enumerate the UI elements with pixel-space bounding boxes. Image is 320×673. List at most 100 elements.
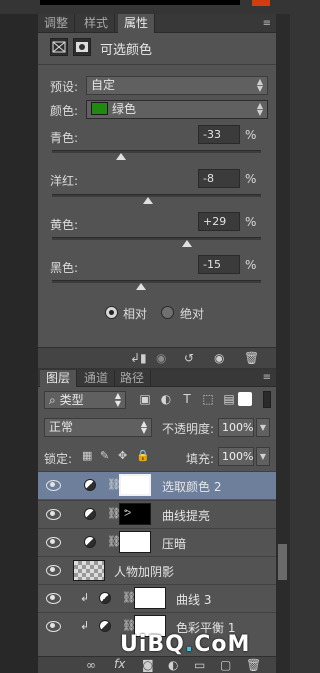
fill-field[interactable]: 100% — [218, 447, 254, 466]
relative-label: 相对 — [123, 307, 148, 321]
layer-filter-select[interactable]: ⌕ 类型 ▲ ▼ — [44, 391, 126, 409]
blend-mode-select[interactable]: 正常 ▲ ▼ — [44, 418, 152, 437]
black-slider-thumb[interactable] — [135, 283, 146, 290]
cyan-value-field[interactable]: -33 — [198, 125, 240, 144]
foreground-color-chip[interactable] — [252, 0, 270, 6]
clipping-arrow-icon: ↲ — [80, 591, 90, 604]
properties-footer: ↲▮ ◉ ↺ ◉ 🗑 — [38, 347, 276, 368]
trash-icon[interactable]: 🗑 — [246, 658, 261, 672]
eye-icon[interactable] — [46, 537, 61, 548]
tab-properties[interactable]: 属性 — [118, 14, 156, 33]
layer-name: 曲线提亮 — [162, 509, 211, 523]
opacity-field[interactable]: 100% — [218, 418, 254, 437]
scroll-thumb[interactable] — [278, 544, 287, 580]
color-select[interactable]: 绿色 ▲ ▼ — [86, 100, 268, 119]
divider — [38, 64, 276, 65]
black-unit: % — [245, 258, 257, 272]
filter-toggle-icon[interactable] — [238, 392, 252, 406]
layer-row[interactable]: ⛓ 曲线提亮 — [38, 500, 276, 528]
yellow-slider-thumb[interactable] — [181, 240, 192, 247]
absolute-radio[interactable] — [161, 306, 174, 319]
layer-mask-thumb[interactable] — [134, 587, 166, 609]
layer-row[interactable]: ↲ ⛓ 曲线 3 — [38, 584, 276, 612]
layer-row[interactable]: 人物加阴影 — [38, 556, 276, 584]
new-group-icon[interactable]: ▭ — [194, 658, 205, 672]
lock-all-icon[interactable]: 🔒 — [136, 449, 150, 462]
layer-row[interactable]: ⛓ 压暗 — [38, 528, 276, 556]
pixel-filter-icon[interactable]: ▣ — [138, 392, 152, 406]
preset-value: 自定 — [91, 78, 116, 92]
reset-icon[interactable]: ↺ — [184, 351, 194, 365]
clipping-arrow-icon: ↲ — [80, 619, 90, 632]
lock-label: 锁定: — [44, 452, 73, 466]
magenta-slider-track[interactable] — [52, 194, 261, 197]
opacity-dropdown[interactable]: ▼ — [256, 418, 270, 437]
yellow-label: 黄色: — [50, 218, 79, 232]
mask-icon[interactable] — [73, 38, 91, 56]
adjustment-layer-icon — [84, 536, 96, 548]
yellow-slider-track[interactable] — [52, 237, 261, 240]
cyan-unit: % — [245, 128, 257, 142]
adjustment-filter-icon[interactable]: ◐ — [159, 392, 173, 406]
fx-icon[interactable]: fx — [114, 657, 125, 671]
view-previous-icon[interactable]: ◉ — [156, 351, 166, 365]
color-swatch — [91, 102, 108, 115]
watermark-tail: CoM — [194, 632, 251, 657]
watermark-logo: UiBQ.CoM — [120, 632, 250, 657]
lock-position-icon[interactable]: ✥ — [118, 449, 127, 462]
layer-mask-thumb[interactable] — [119, 474, 151, 496]
lock-image-icon[interactable]: ✎ — [100, 449, 109, 462]
tab-channels[interactable]: 通道 — [78, 370, 116, 387]
trash-icon[interactable]: 🗑 — [244, 351, 259, 365]
smart-object-filter-icon[interactable]: ▤ — [222, 392, 236, 406]
filter-kind: 类型 — [59, 393, 84, 407]
panel-menu-icon[interactable]: ≡ — [263, 18, 271, 29]
lock-transparent-icon[interactable]: ▦ — [82, 449, 92, 462]
preset-select[interactable]: 自定 ▲ ▼ — [86, 76, 268, 95]
adjustment-type-icon — [50, 38, 68, 56]
cyan-slider-track[interactable] — [52, 150, 261, 153]
magenta-label: 洋红: — [50, 174, 79, 188]
black-slider-track[interactable] — [52, 280, 261, 283]
color-label: 颜色: — [50, 104, 79, 118]
eye-icon[interactable] — [46, 509, 61, 520]
yellow-value-field[interactable]: +29 — [198, 212, 240, 231]
tab-paths[interactable]: 路径 — [114, 370, 152, 387]
layer-mask-thumb[interactable] — [119, 531, 151, 553]
layer-name: 压暗 — [162, 537, 187, 551]
new-adjustment-icon[interactable]: ◐ — [168, 658, 178, 672]
type-filter-icon[interactable]: T — [180, 392, 194, 406]
fill-dropdown[interactable]: ▼ — [256, 447, 270, 466]
magenta-unit: % — [245, 172, 257, 186]
panel-menu-icon[interactable]: ≡ — [263, 372, 271, 383]
adjustment-layer-icon — [99, 592, 111, 604]
watermark-main: UiBQ — [120, 632, 185, 657]
black-value-field[interactable]: -15 — [198, 255, 240, 274]
adjustment-layer-icon — [84, 508, 96, 520]
shape-filter-icon[interactable]: ⬚ — [201, 392, 215, 406]
visibility-eye-icon[interactable]: ◉ — [214, 351, 224, 365]
cyan-slider-thumb[interactable] — [115, 153, 126, 160]
layer-mask-thumb[interactable] — [119, 503, 151, 525]
clip-to-layer-icon[interactable]: ↲▮ — [130, 351, 147, 365]
tab-layers[interactable]: 图层 — [40, 370, 78, 387]
eye-icon[interactable] — [46, 621, 61, 632]
eye-icon[interactable] — [46, 565, 61, 576]
right-scrollbar[interactable] — [276, 14, 290, 673]
magenta-value-field[interactable]: -8 — [198, 169, 240, 188]
filter-switch[interactable] — [263, 391, 271, 408]
left-dock — [0, 14, 38, 673]
properties-tabbar: 调整 样式 属性 ≡ — [38, 14, 276, 33]
eye-icon[interactable] — [46, 593, 61, 604]
properties-panel: 调整 样式 属性 ≡ 可选颜色 预设: 自定 ▲ ▼ 颜色: 绿色 ▲ ▼ 青色: … — [38, 14, 276, 368]
tab-adjustments[interactable]: 调整 — [38, 14, 76, 33]
layer-row[interactable]: ⛓ 选取颜色 2 — [38, 471, 276, 499]
eye-icon[interactable] — [46, 480, 61, 491]
link-layers-icon[interactable]: ∞ — [86, 658, 96, 672]
new-layer-icon[interactable]: ▢ — [220, 658, 231, 672]
relative-radio[interactable] — [105, 306, 118, 319]
tab-styles[interactable]: 样式 — [78, 14, 116, 33]
add-mask-icon[interactable]: ◙ — [142, 658, 154, 672]
magenta-slider-thumb[interactable] — [143, 197, 154, 204]
preset-label: 预设: — [50, 80, 79, 94]
